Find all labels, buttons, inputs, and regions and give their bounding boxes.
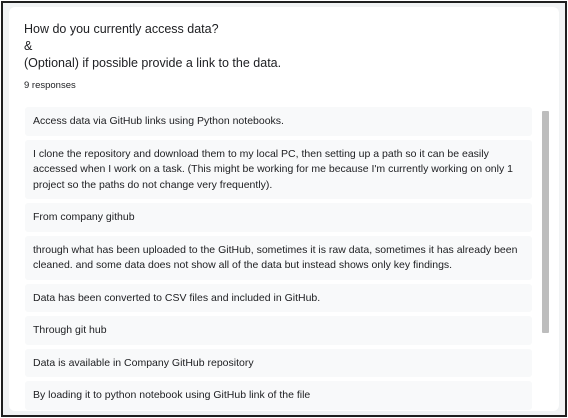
responses-count: 9 responses — [24, 80, 76, 91]
response-item: Access data via GitHub links using Pytho… — [25, 107, 532, 136]
response-item: From company github — [25, 203, 532, 232]
response-item: Data has been converted to CSV files and… — [25, 283, 532, 312]
response-item: through what has been uploaded to the Gi… — [25, 235, 532, 280]
response-item: Data is available in Company GitHub repo… — [25, 348, 532, 377]
response-item: Through git hub — [25, 316, 532, 345]
question-line-1: How do you currently access data? — [24, 22, 219, 36]
question-line-3: (Optional) if possible provide a link to… — [24, 56, 282, 70]
responses-list: Access data via GitHub links using Pytho… — [25, 107, 532, 411]
response-item: I clone the repository and download them… — [25, 139, 532, 199]
question-line-2: & — [24, 39, 33, 53]
responses-scrollbar[interactable] — [542, 111, 549, 333]
question-card: How do you currently access data? & (Opt… — [9, 7, 559, 411]
screenshot-frame: How do you currently access data? & (Opt… — [1, 1, 567, 417]
question-title: How do you currently access data? & (Opt… — [24, 21, 494, 72]
response-item: By loading it to python notebook using G… — [25, 381, 532, 410]
